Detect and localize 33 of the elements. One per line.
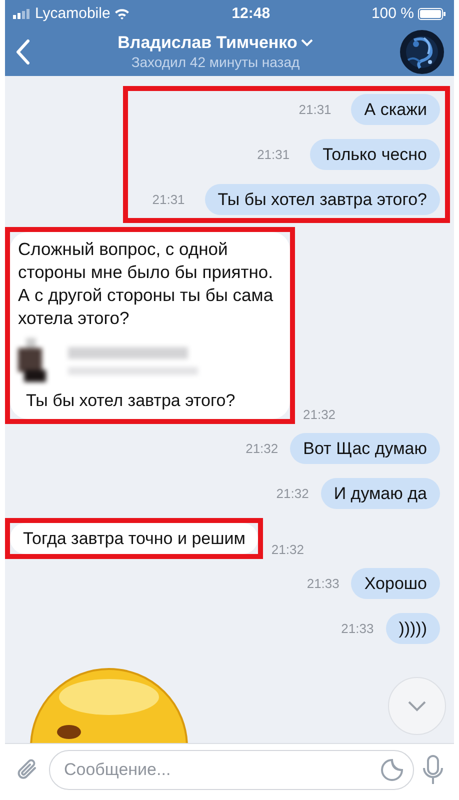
message-bubble: Тогда завтра точно и решим xyxy=(10,523,258,554)
clock-time: 12:48 xyxy=(232,4,270,24)
message-bubble: Ты бы хотел завтра этого? xyxy=(204,184,440,215)
back-icon[interactable] xyxy=(15,39,31,65)
message-bubble: Только чесно xyxy=(310,139,440,170)
message-bubble: Хорошо xyxy=(351,568,440,599)
message-bubble: А скажи xyxy=(351,94,440,125)
message-time: 21:32 xyxy=(246,440,278,458)
chevron-down-icon xyxy=(407,700,427,712)
message-text: Сложный вопрос, с одной стороны мне было бы приятно. А с другой стороны ты бы сама хотела этого? xyxy=(18,238,274,330)
contact-name[interactable]: Владислав Тимченко xyxy=(118,33,298,53)
message-time: 21:32 xyxy=(303,406,336,424)
message-bubble: ))))) xyxy=(386,613,440,644)
message-input-field[interactable]: Сообщение... xyxy=(49,750,414,790)
message-bubble: Вот Щас думаю xyxy=(290,433,440,464)
last-seen-status: Заходил 42 минуты назад xyxy=(131,53,300,71)
message-time: 21:33 xyxy=(341,620,374,638)
message-time: 21:32 xyxy=(271,540,304,558)
chevron-down-icon[interactable] xyxy=(301,39,314,47)
message-bubble: И думаю да xyxy=(320,478,440,509)
microphone-icon[interactable] xyxy=(422,754,444,784)
carrier-name: Lycamobile xyxy=(35,4,110,24)
message-time: 21:31 xyxy=(152,190,185,209)
battery-icon xyxy=(418,8,446,20)
battery-percent: 100 % xyxy=(371,4,414,24)
forwarded-text: Ты бы хотел завтра этого? xyxy=(25,390,236,411)
signal-icon xyxy=(13,9,31,19)
message-time: 21:32 xyxy=(276,484,309,503)
sticker-icon[interactable] xyxy=(380,758,404,782)
wifi-icon xyxy=(114,8,130,20)
message-time: 21:31 xyxy=(257,146,290,164)
message-time: 21:31 xyxy=(298,100,332,119)
message-time: 21:33 xyxy=(306,574,340,593)
